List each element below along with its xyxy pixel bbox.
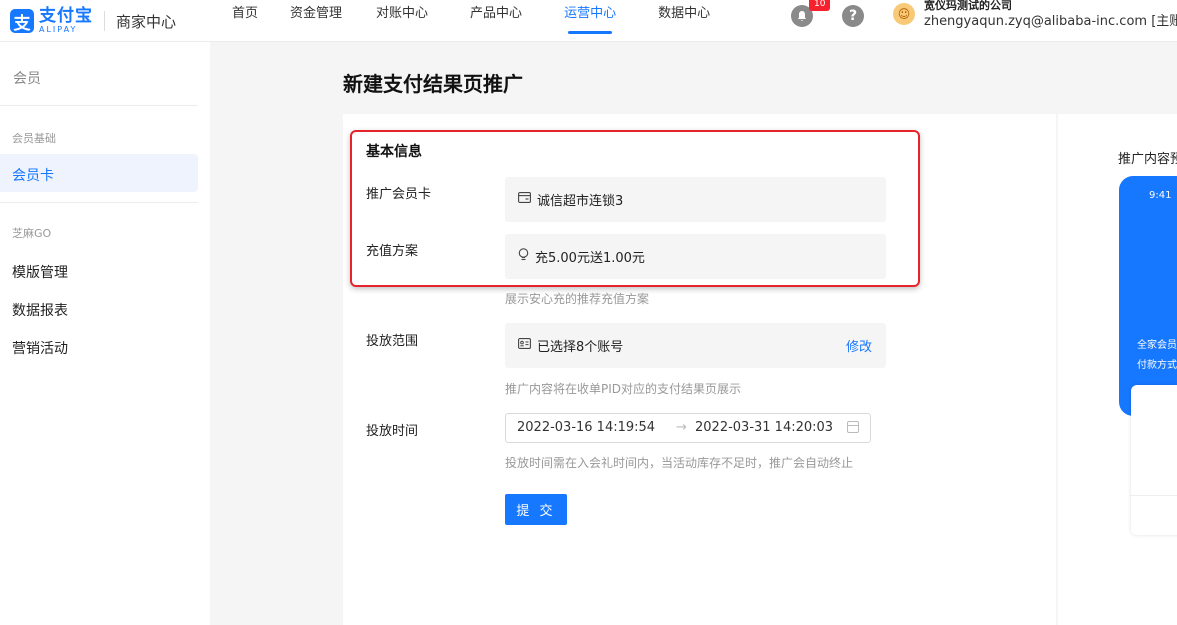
scope-value: 已选择8个账号: [537, 340, 624, 355]
member-card-label: 推广会员卡: [366, 187, 432, 202]
submit-button[interactable]: 提 交: [505, 494, 567, 525]
sidebar-title: 会员: [13, 71, 41, 87]
nav-funds[interactable]: 资金管理: [290, 0, 342, 42]
scope-hint: 推广内容将在收单PID对应的支付结果页展示: [505, 382, 742, 396]
scope-field: 已选择8个账号 修改: [505, 323, 886, 368]
sidebar-group-member-basics: 会员基础: [12, 132, 56, 145]
sidebar-divider: [0, 202, 198, 203]
phone-time: 9:41: [1149, 190, 1172, 201]
logo-text: 支付宝 ALIPAY: [39, 8, 93, 34]
bell-glyph: [798, 11, 806, 22]
company-name[interactable]: 宽仪玛测试的公司: [924, 0, 1012, 12]
phone-text-2: 付款方式: [1137, 360, 1177, 371]
recharge-label: 充值方案: [366, 244, 419, 259]
time-label: 投放时间: [366, 424, 419, 439]
help-icon[interactable]: ?: [842, 5, 864, 27]
top-bar: 支 支付宝 ALIPAY 商家中心 首页 资金管理 对账中心 产品中心 运营中心…: [0, 0, 1177, 42]
phone-card-divider: [1131, 495, 1177, 496]
date-range-picker[interactable]: 2022-03-16 14:19:54 → 2022-03-31 14:20:0…: [505, 413, 871, 443]
nav-home[interactable]: 首页: [232, 0, 258, 42]
alipay-logo[interactable]: 支 支付宝 ALIPAY 商家中心: [10, 0, 176, 42]
calendar-icon[interactable]: [847, 421, 859, 433]
logo-divider: [104, 11, 105, 31]
recharge-field[interactable]: 充5.00元送1.00元: [505, 234, 886, 279]
phone-header: [1119, 176, 1177, 416]
sidebar-item-reports[interactable]: 数据报表: [12, 300, 68, 320]
recharge-value: 充5.00元送1.00元: [535, 251, 645, 266]
nav-operations[interactable]: 运营中心: [564, 0, 616, 42]
account-card-icon: [518, 338, 531, 353]
sidebar-item-marketing[interactable]: 营销活动: [12, 338, 68, 358]
phone-mockup: 9:41 全家会员 付款方式: [1119, 176, 1177, 596]
phone-text-1: 全家会员: [1137, 340, 1177, 351]
member-card-field[interactable]: 诚信超市连锁3: [505, 177, 886, 222]
notification-badge: 10: [809, 0, 831, 11]
nav-active-indicator: [568, 31, 613, 34]
card-icon: [518, 192, 531, 207]
phone-card: [1131, 385, 1177, 535]
nav-products[interactable]: 产品中心: [470, 0, 522, 42]
scope-edit-link[interactable]: 修改: [846, 336, 872, 355]
logo-en: ALIPAY: [39, 25, 78, 34]
sidebar-divider: [0, 105, 198, 106]
main-nav: 首页 资金管理 对账中心 产品中心 运营中心 数据中心: [232, 0, 710, 42]
start-date[interactable]: 2022-03-16 14:19:54: [517, 420, 655, 435]
sidebar-group-zhima-go: 芝麻GO: [12, 227, 52, 240]
preview-panel: 推广内容预 9:41 全家会员 付款方式: [1058, 114, 1177, 625]
logo-cn: 支付宝: [39, 6, 93, 26]
sidebar-item-templates[interactable]: 模版管理: [12, 262, 68, 282]
avatar[interactable]: ☺: [893, 3, 915, 25]
scope-label: 投放范围: [366, 334, 419, 349]
nav-reconciliation[interactable]: 对账中心: [376, 0, 428, 42]
nav-data[interactable]: 数据中心: [658, 0, 710, 42]
sidebar-item-member-card[interactable]: 会员卡: [12, 165, 54, 185]
alipay-logo-icon: 支: [10, 9, 34, 34]
bulb-icon: [518, 248, 529, 265]
account-email[interactable]: zhengyaqun.zyq@alibaba-inc.com [主账号]: [924, 13, 1177, 31]
biz-center-title: 商家中心: [116, 12, 177, 31]
member-card-value: 诚信超市连锁3: [537, 194, 624, 209]
time-hint: 投放时间需在入会礼时间内，当活动库存不足时，推广会自动终止: [505, 456, 854, 470]
page-title: 新建支付结果页推广: [343, 72, 523, 96]
sidebar: 会员 会员基础 会员卡 芝麻GO 模版管理 数据报表 营销活动: [0, 42, 210, 625]
nav-operations-label: 运营中心: [564, 6, 617, 21]
section-title: 基本信息: [366, 144, 422, 160]
arrow-right-icon: →: [676, 420, 687, 435]
preview-title: 推广内容预: [1118, 152, 1177, 167]
end-date[interactable]: 2022-03-31 14:20:03: [695, 420, 833, 435]
recharge-hint: 展示安心充的推荐充值方案: [505, 292, 650, 306]
